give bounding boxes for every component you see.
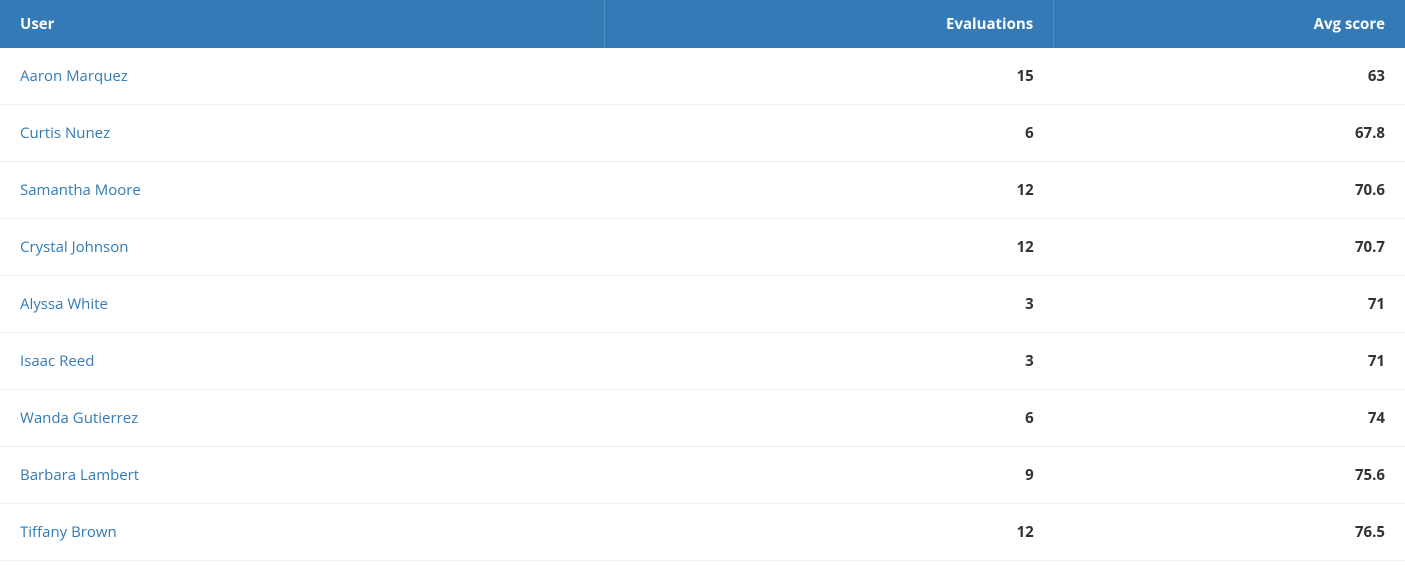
evaluations-cell: 3 — [604, 333, 1054, 390]
user-link[interactable]: Aaron Marquez — [20, 66, 128, 86]
evaluations-cell: 9 — [604, 447, 1054, 504]
user-link[interactable]: Wanda Gutierrez — [20, 408, 138, 428]
user-cell: Tiffany Brown — [0, 504, 604, 561]
evaluations-cell: 12 — [604, 504, 1054, 561]
column-header-user[interactable]: User — [0, 0, 604, 48]
user-cell: Crystal Johnson — [0, 219, 604, 276]
table-row: Curtis Nunez 6 67.8 — [0, 105, 1405, 162]
user-link[interactable]: Alyssa White — [20, 294, 108, 314]
evaluations-cell: 6 — [604, 105, 1054, 162]
evaluations-cell: 15 — [604, 48, 1054, 105]
avg-score-cell: 76.5 — [1054, 504, 1405, 561]
avg-score-cell: 71 — [1054, 333, 1405, 390]
avg-score-cell: 71 — [1054, 276, 1405, 333]
evaluations-cell: 6 — [604, 390, 1054, 447]
avg-score-cell: 74 — [1054, 390, 1405, 447]
user-link[interactable]: Curtis Nunez — [20, 123, 110, 143]
avg-score-cell: 63 — [1054, 48, 1405, 105]
evaluations-cell: 12 — [604, 219, 1054, 276]
table-row: Tiffany Brown 12 76.5 — [0, 504, 1405, 561]
user-link[interactable]: Barbara Lambert — [20, 465, 139, 485]
user-cell: Isaac Reed — [0, 333, 604, 390]
user-cell: Wanda Gutierrez — [0, 390, 604, 447]
table-body: Aaron Marquez 15 63 Curtis Nunez 6 67.8 … — [0, 48, 1405, 561]
evaluations-cell: 3 — [604, 276, 1054, 333]
table-row: Crystal Johnson 12 70.7 — [0, 219, 1405, 276]
user-cell: Barbara Lambert — [0, 447, 604, 504]
table-row: Samantha Moore 12 70.6 — [0, 162, 1405, 219]
table-row: Barbara Lambert 9 75.6 — [0, 447, 1405, 504]
table-row: Aaron Marquez 15 63 — [0, 48, 1405, 105]
table-row: Isaac Reed 3 71 — [0, 333, 1405, 390]
user-evaluations-table: User Evaluations Avg score Aaron Marquez… — [0, 0, 1405, 561]
user-cell: Samantha Moore — [0, 162, 604, 219]
avg-score-cell: 67.8 — [1054, 105, 1405, 162]
user-link[interactable]: Crystal Johnson — [20, 237, 128, 257]
user-link[interactable]: Isaac Reed — [20, 351, 94, 371]
user-link[interactable]: Tiffany Brown — [20, 522, 117, 542]
user-cell: Alyssa White — [0, 276, 604, 333]
table-row: Wanda Gutierrez 6 74 — [0, 390, 1405, 447]
column-header-avg-score[interactable]: Avg score — [1054, 0, 1405, 48]
avg-score-cell: 70.7 — [1054, 219, 1405, 276]
table-header-row: User Evaluations Avg score — [0, 0, 1405, 48]
user-link[interactable]: Samantha Moore — [20, 180, 141, 200]
user-cell: Curtis Nunez — [0, 105, 604, 162]
avg-score-cell: 70.6 — [1054, 162, 1405, 219]
table-row: Alyssa White 3 71 — [0, 276, 1405, 333]
user-cell: Aaron Marquez — [0, 48, 604, 105]
avg-score-cell: 75.6 — [1054, 447, 1405, 504]
evaluations-cell: 12 — [604, 162, 1054, 219]
column-header-evaluations[interactable]: Evaluations — [604, 0, 1054, 48]
